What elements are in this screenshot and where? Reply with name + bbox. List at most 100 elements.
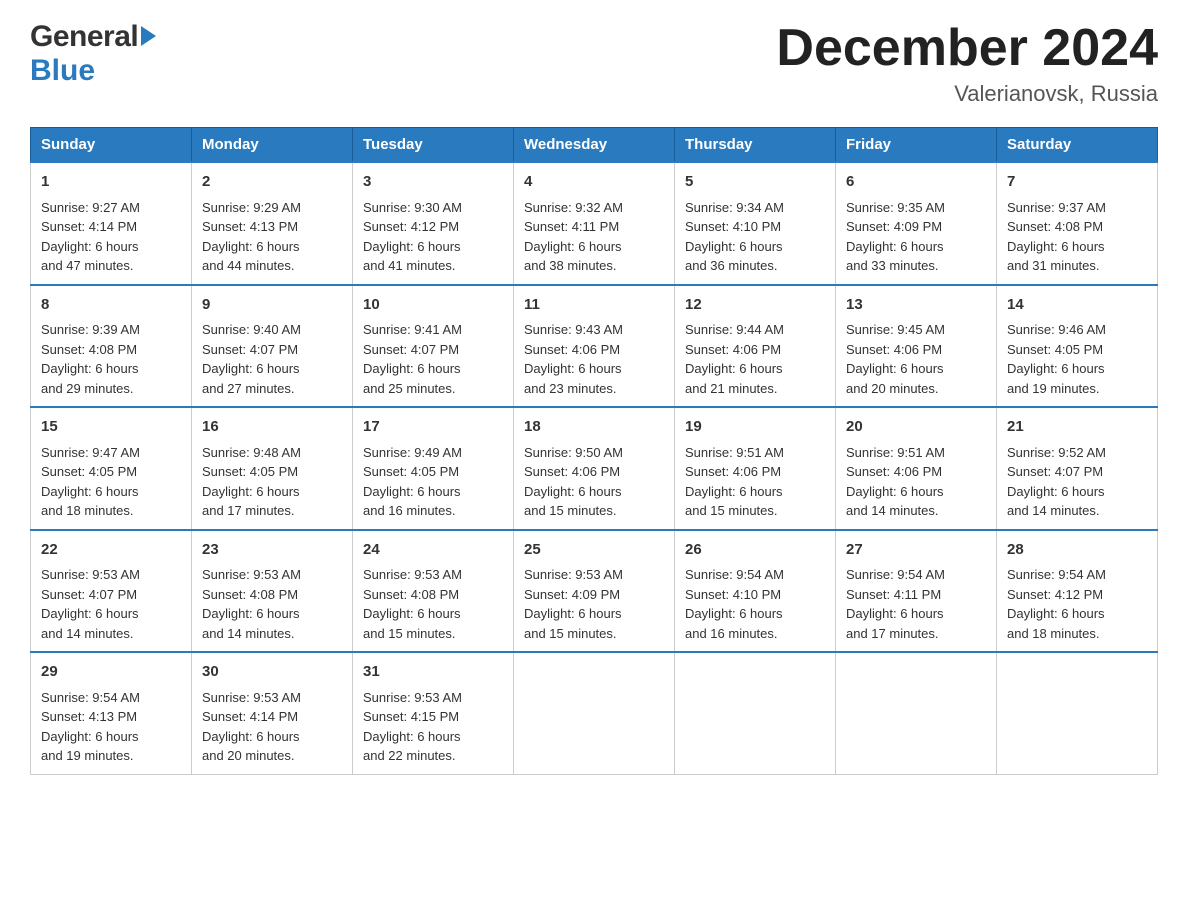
sunrise-info: Sunrise: 9:27 AM [41, 200, 140, 215]
calendar-cell: 16 Sunrise: 9:48 AM Sunset: 4:05 PM Dayl… [192, 407, 353, 530]
daylight-minutes: and 16 minutes. [363, 503, 456, 518]
sunset-info: Sunset: 4:08 PM [41, 342, 137, 357]
daylight-minutes: and 38 minutes. [524, 258, 617, 273]
calendar-cell: 15 Sunrise: 9:47 AM Sunset: 4:05 PM Dayl… [31, 407, 192, 530]
sunrise-info: Sunrise: 9:53 AM [524, 567, 623, 582]
daylight-minutes: and 33 minutes. [846, 258, 939, 273]
sunset-info: Sunset: 4:12 PM [1007, 587, 1103, 602]
sunrise-info: Sunrise: 9:53 AM [363, 690, 462, 705]
sunset-info: Sunset: 4:13 PM [202, 219, 298, 234]
daylight-info: Daylight: 6 hours [1007, 606, 1105, 621]
calendar-cell: 6 Sunrise: 9:35 AM Sunset: 4:09 PM Dayli… [836, 162, 997, 285]
week-row-4: 22 Sunrise: 9:53 AM Sunset: 4:07 PM Dayl… [31, 530, 1158, 653]
sunset-info: Sunset: 4:05 PM [1007, 342, 1103, 357]
logo: General Blue [30, 20, 156, 88]
sunrise-info: Sunrise: 9:51 AM [846, 445, 945, 460]
sunset-info: Sunset: 4:07 PM [202, 342, 298, 357]
calendar-cell: 20 Sunrise: 9:51 AM Sunset: 4:06 PM Dayl… [836, 407, 997, 530]
daylight-minutes: and 19 minutes. [1007, 381, 1100, 396]
daylight-info: Daylight: 6 hours [685, 239, 783, 254]
daylight-minutes: and 23 minutes. [524, 381, 617, 396]
sunset-info: Sunset: 4:08 PM [363, 587, 459, 602]
sunrise-info: Sunrise: 9:48 AM [202, 445, 301, 460]
logo-blue-text: Blue [30, 54, 95, 87]
calendar-cell: 1 Sunrise: 9:27 AM Sunset: 4:14 PM Dayli… [31, 162, 192, 285]
sunrise-info: Sunrise: 9:53 AM [202, 567, 301, 582]
sunrise-info: Sunrise: 9:54 AM [685, 567, 784, 582]
calendar-cell: 12 Sunrise: 9:44 AM Sunset: 4:06 PM Dayl… [675, 285, 836, 408]
sunset-info: Sunset: 4:06 PM [685, 342, 781, 357]
calendar-cell [997, 652, 1158, 774]
calendar-cell: 25 Sunrise: 9:53 AM Sunset: 4:09 PM Dayl… [514, 530, 675, 653]
sunset-info: Sunset: 4:08 PM [1007, 219, 1103, 234]
daylight-minutes: and 18 minutes. [1007, 626, 1100, 641]
daylight-info: Daylight: 6 hours [363, 606, 461, 621]
page-header: General Blue December 2024 Valerianovsk,… [30, 20, 1158, 107]
daylight-minutes: and 20 minutes. [846, 381, 939, 396]
day-number: 15 [41, 416, 181, 439]
day-number: 23 [202, 539, 342, 562]
day-number: 24 [363, 539, 503, 562]
header-monday: Monday [192, 128, 353, 163]
calendar-cell [675, 652, 836, 774]
sunset-info: Sunset: 4:05 PM [202, 464, 298, 479]
sunrise-info: Sunrise: 9:37 AM [1007, 200, 1106, 215]
day-number: 18 [524, 416, 664, 439]
sunrise-info: Sunrise: 9:49 AM [363, 445, 462, 460]
daylight-info: Daylight: 6 hours [524, 361, 622, 376]
calendar-cell: 3 Sunrise: 9:30 AM Sunset: 4:12 PM Dayli… [353, 162, 514, 285]
daylight-minutes: and 15 minutes. [363, 626, 456, 641]
day-number: 6 [846, 171, 986, 194]
daylight-info: Daylight: 6 hours [1007, 239, 1105, 254]
calendar-cell: 2 Sunrise: 9:29 AM Sunset: 4:13 PM Dayli… [192, 162, 353, 285]
sunrise-info: Sunrise: 9:32 AM [524, 200, 623, 215]
title-block: December 2024 Valerianovsk, Russia [776, 20, 1158, 107]
daylight-info: Daylight: 6 hours [846, 239, 944, 254]
weekday-header-row: SundayMondayTuesdayWednesdayThursdayFrid… [31, 128, 1158, 163]
sunrise-info: Sunrise: 9:46 AM [1007, 322, 1106, 337]
day-number: 29 [41, 661, 181, 684]
sunset-info: Sunset: 4:10 PM [685, 219, 781, 234]
logo-general-text: General [30, 20, 138, 54]
day-number: 25 [524, 539, 664, 562]
calendar-cell: 5 Sunrise: 9:34 AM Sunset: 4:10 PM Dayli… [675, 162, 836, 285]
daylight-minutes: and 47 minutes. [41, 258, 134, 273]
daylight-minutes: and 14 minutes. [41, 626, 134, 641]
calendar-cell [514, 652, 675, 774]
calendar-cell: 19 Sunrise: 9:51 AM Sunset: 4:06 PM Dayl… [675, 407, 836, 530]
day-number: 27 [846, 539, 986, 562]
sunset-info: Sunset: 4:07 PM [363, 342, 459, 357]
daylight-minutes: and 22 minutes. [363, 748, 456, 763]
daylight-minutes: and 31 minutes. [1007, 258, 1100, 273]
calendar-cell: 8 Sunrise: 9:39 AM Sunset: 4:08 PM Dayli… [31, 285, 192, 408]
week-row-1: 1 Sunrise: 9:27 AM Sunset: 4:14 PM Dayli… [31, 162, 1158, 285]
daylight-info: Daylight: 6 hours [846, 606, 944, 621]
sunset-info: Sunset: 4:06 PM [846, 342, 942, 357]
sunset-info: Sunset: 4:12 PM [363, 219, 459, 234]
sunset-info: Sunset: 4:06 PM [685, 464, 781, 479]
calendar-body: 1 Sunrise: 9:27 AM Sunset: 4:14 PM Dayli… [31, 162, 1158, 774]
sunset-info: Sunset: 4:05 PM [363, 464, 459, 479]
calendar-title: December 2024 [776, 20, 1158, 77]
calendar-table: SundayMondayTuesdayWednesdayThursdayFrid… [30, 127, 1158, 775]
sunset-info: Sunset: 4:14 PM [202, 709, 298, 724]
daylight-info: Daylight: 6 hours [202, 361, 300, 376]
daylight-minutes: and 18 minutes. [41, 503, 134, 518]
calendar-cell: 9 Sunrise: 9:40 AM Sunset: 4:07 PM Dayli… [192, 285, 353, 408]
sunrise-info: Sunrise: 9:53 AM [363, 567, 462, 582]
sunrise-info: Sunrise: 9:39 AM [41, 322, 140, 337]
daylight-minutes: and 17 minutes. [846, 626, 939, 641]
sunset-info: Sunset: 4:13 PM [41, 709, 137, 724]
calendar-cell: 23 Sunrise: 9:53 AM Sunset: 4:08 PM Dayl… [192, 530, 353, 653]
daylight-minutes: and 19 minutes. [41, 748, 134, 763]
header-tuesday: Tuesday [353, 128, 514, 163]
day-number: 28 [1007, 539, 1147, 562]
sunrise-info: Sunrise: 9:52 AM [1007, 445, 1106, 460]
daylight-minutes: and 14 minutes. [1007, 503, 1100, 518]
daylight-info: Daylight: 6 hours [1007, 484, 1105, 499]
day-number: 2 [202, 171, 342, 194]
calendar-cell: 24 Sunrise: 9:53 AM Sunset: 4:08 PM Dayl… [353, 530, 514, 653]
sunset-info: Sunset: 4:07 PM [41, 587, 137, 602]
daylight-info: Daylight: 6 hours [41, 606, 139, 621]
day-number: 11 [524, 294, 664, 317]
